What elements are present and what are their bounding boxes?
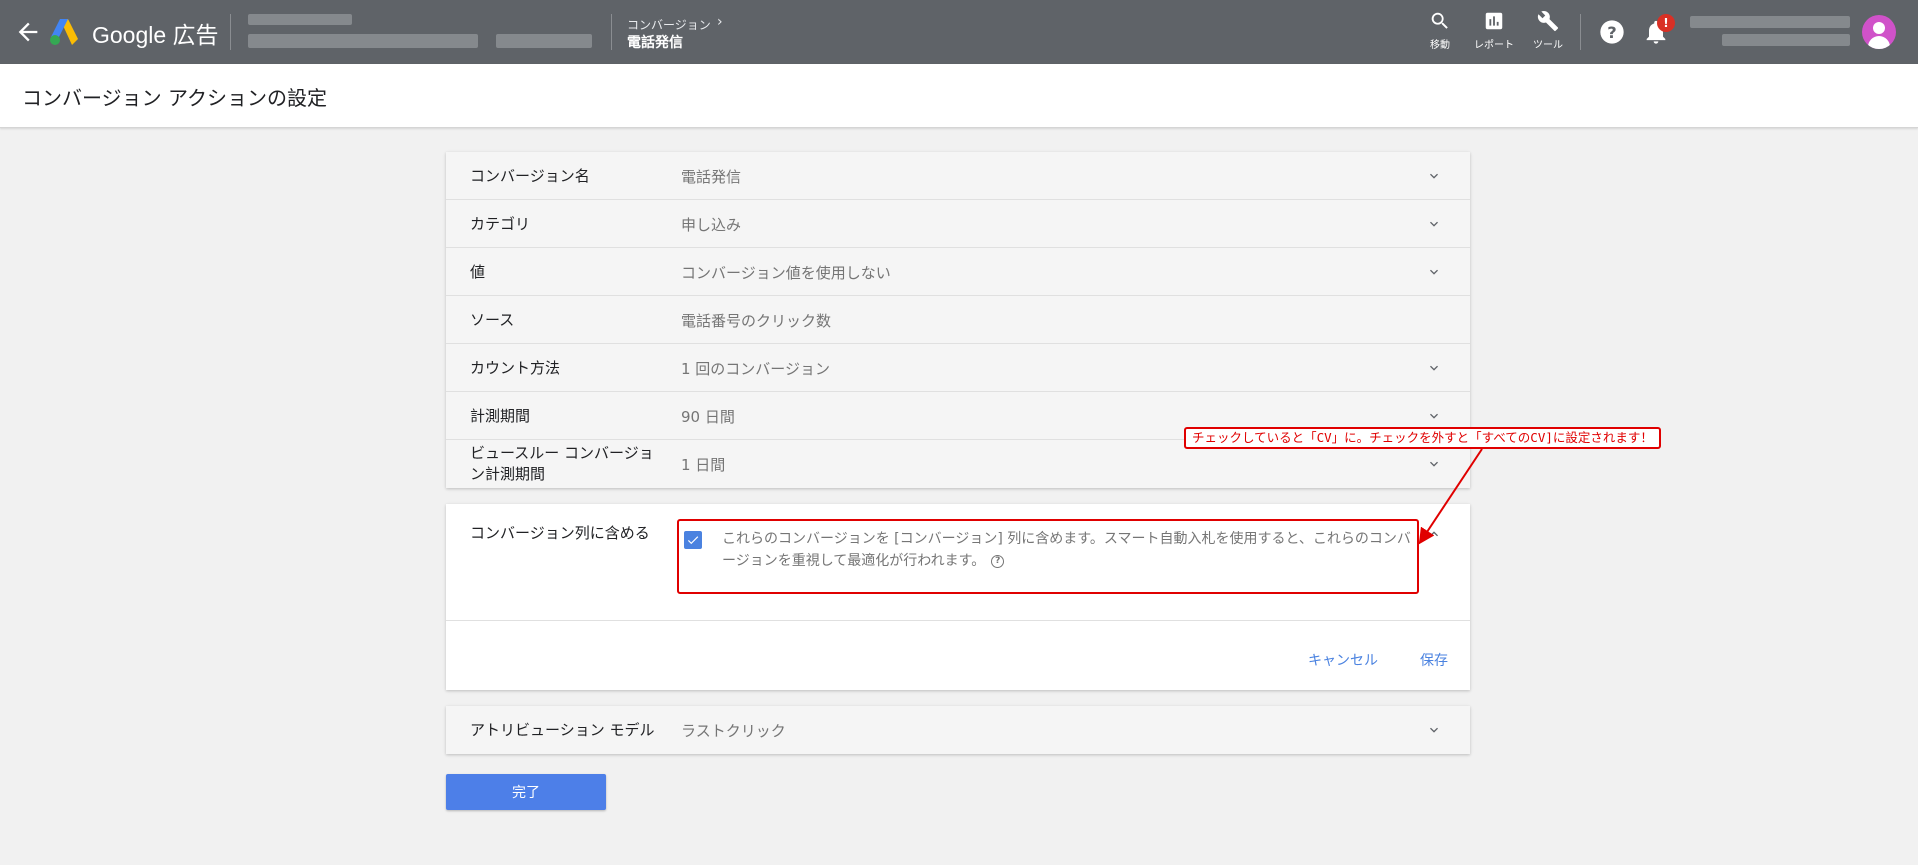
chevron-down-icon[interactable]: [1426, 216, 1442, 232]
setting-label: ソース: [470, 310, 515, 329]
divider: [1580, 14, 1581, 50]
tool-label: レポート: [1474, 40, 1514, 51]
attribution-card: アトリビューション モデル ラストクリック: [446, 706, 1470, 754]
user-email-redacted[interactable]: [1690, 16, 1850, 28]
chevron-down-icon[interactable]: [1426, 408, 1442, 424]
setting-label: カウント方法: [470, 358, 561, 377]
cancel-button[interactable]: キャンセル: [1308, 650, 1378, 670]
notification-badge: !: [1657, 14, 1675, 32]
avatar[interactable]: [1862, 15, 1896, 49]
setting-row-category[interactable]: カテゴリ 申し込み: [446, 200, 1470, 248]
google-ads-logo-icon: [50, 19, 78, 45]
chevron-down-icon[interactable]: [1426, 168, 1442, 184]
chevron-down-icon[interactable]: [1426, 360, 1442, 376]
tool-reports[interactable]: レポート: [1464, 10, 1524, 51]
setting-label: コンバージョン列に含める: [470, 524, 650, 542]
setting-value: 1 日間: [681, 455, 726, 474]
account-detail-redacted: [496, 34, 592, 48]
annotation-callout: チェックしていると「CV」に。チェックを外すと「すべてのCV]に設定されます！: [1184, 427, 1661, 449]
setting-label: アトリビューション モデル: [470, 720, 655, 739]
brand-name[interactable]: Google 広告: [92, 16, 219, 50]
setting-label: カテゴリ: [470, 214, 531, 233]
page-header: コンバージョン アクションの設定: [0, 64, 1918, 128]
setting-row-conversion-name[interactable]: コンバージョン名 電話発信: [446, 152, 1470, 200]
breadcrumb-current: 電話発信: [627, 35, 683, 51]
chevron-up-icon[interactable]: [1426, 526, 1442, 542]
top-app-bar: Google 広告 コンバージョン › 電話発信 移動 レポート ツール ? !: [0, 0, 1918, 64]
page-title: コンバージョン アクションの設定: [22, 86, 327, 110]
setting-label: ビュースルー コンバージョン計測期間: [470, 444, 654, 483]
setting-label: コンバージョン名: [470, 166, 590, 185]
tool-navigate[interactable]: 移動: [1410, 10, 1470, 51]
setting-value: 電話発信: [681, 167, 742, 186]
chevron-down-icon[interactable]: [1426, 722, 1442, 738]
setting-row-value[interactable]: 値 コンバージョン値を使用しない: [446, 248, 1470, 296]
breadcrumb-chevron-icon: ›: [717, 14, 723, 30]
setting-row-attribution[interactable]: アトリビューション モデル ラストクリック: [446, 706, 1470, 754]
tool-label: ツール: [1533, 40, 1563, 51]
divider: [446, 620, 1470, 621]
user-account-redacted: [1722, 34, 1850, 46]
divider: [230, 14, 231, 50]
done-button[interactable]: 完了: [446, 774, 606, 810]
setting-value: 90 日間: [681, 407, 735, 426]
chevron-down-icon[interactable]: [1426, 264, 1442, 280]
setting-row-count[interactable]: カウント方法 1 回のコンバージョン: [446, 344, 1470, 392]
back-arrow-icon[interactable]: [14, 18, 42, 46]
chevron-down-icon[interactable]: [1426, 456, 1442, 472]
wrench-icon: [1537, 11, 1559, 32]
setting-value: 1 回のコンバージョン: [681, 359, 831, 378]
setting-value: 申し込み: [681, 215, 742, 234]
setting-label: 値: [470, 262, 486, 281]
help-icon[interactable]: ?: [1598, 18, 1626, 46]
divider: [611, 14, 612, 50]
annotation-highlight-box: [677, 519, 1419, 594]
setting-value: ラストクリック: [681, 721, 786, 740]
svg-text:?: ?: [1607, 23, 1616, 42]
save-button[interactable]: 保存: [1420, 650, 1448, 670]
tool-tools[interactable]: ツール: [1518, 10, 1578, 51]
account-name-redacted[interactable]: [248, 14, 352, 25]
setting-value: 電話番号のクリック数: [681, 311, 832, 330]
account-id-redacted[interactable]: [248, 34, 478, 48]
search-icon: [1431, 12, 1448, 29]
report-icon: [1485, 12, 1503, 30]
tool-label: 移動: [1430, 40, 1450, 51]
breadcrumb-parent[interactable]: コンバージョン: [627, 16, 711, 33]
setting-label: 計測期間: [470, 406, 531, 425]
setting-row-source: ソース 電話番号のクリック数: [446, 296, 1470, 344]
setting-value: コンバージョン値を使用しない: [681, 263, 891, 282]
